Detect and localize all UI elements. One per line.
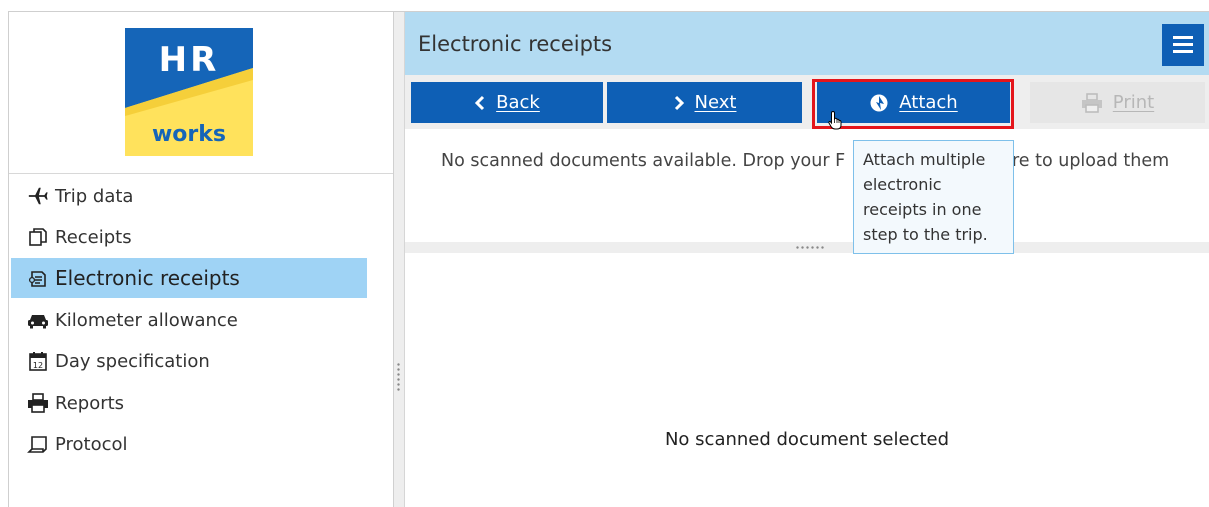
- printer-icon: [27, 392, 49, 414]
- print-button[interactable]: Print: [1030, 82, 1205, 123]
- next-button-label: Next: [694, 92, 737, 113]
- sidebar-item-receipts[interactable]: Receipts: [11, 217, 367, 257]
- sidebar-item-reports[interactable]: Reports: [11, 383, 367, 423]
- sidebar-item-label: Electronic receipts: [55, 266, 240, 290]
- title-bar: Electronic receipts: [405, 12, 1209, 75]
- sidebar-item-electronic-receipts[interactable]: Electronic receipts: [11, 258, 367, 298]
- page-title: Electronic receipts: [418, 32, 613, 56]
- main-panel: Electronic receipts Back Next Attach Pri…: [405, 12, 1209, 507]
- splitter-grip[interactable]: [795, 246, 825, 249]
- airplane-icon: [27, 185, 49, 207]
- document-drop-area[interactable]: No scanned documents available. Drop you…: [405, 129, 1209, 242]
- drop-area-text: No scanned documents available. Drop you…: [441, 151, 1170, 171]
- sidebar-item-label: Kilometer allowance: [55, 309, 238, 331]
- horizontal-splitter[interactable]: [405, 242, 1209, 253]
- sidebar-item-kilometer-allowance[interactable]: Kilometer allowance: [11, 300, 367, 340]
- document-viewer-empty-text: No scanned document selected: [664, 429, 950, 450]
- svg-text:12: 12: [33, 361, 43, 370]
- hand-cursor-icon: [828, 110, 844, 134]
- sidebar-item-day-specification[interactable]: 12 Day specification: [11, 341, 367, 381]
- logo-text-works: works: [151, 122, 226, 147]
- hrworks-logo: HR works: [125, 28, 253, 156]
- sidebar-item-trip-data[interactable]: Trip data: [11, 176, 367, 216]
- sidebar-splitter[interactable]: [393, 12, 405, 507]
- splitter-grip[interactable]: [397, 362, 400, 392]
- sidebar-item-label: Trip data: [55, 185, 134, 207]
- sidebar-divider: [9, 173, 394, 174]
- back-button-label: Back: [496, 92, 540, 113]
- car-icon: [27, 309, 49, 331]
- hamburger-icon: [1173, 36, 1193, 39]
- sidebar-item-protocol[interactable]: Protocol: [11, 424, 367, 464]
- chevron-right-icon: [673, 95, 685, 111]
- sidebar-item-label: Reports: [55, 392, 125, 414]
- print-button-label: Print: [1112, 92, 1155, 113]
- toolbar: Back Next Attach Print: [405, 75, 1209, 129]
- chevron-left-icon: [474, 95, 486, 111]
- receipts-icon: [27, 226, 49, 248]
- hamburger-menu-button[interactable]: [1162, 24, 1204, 66]
- sidebar-item-label: Day specification: [55, 350, 210, 372]
- next-button[interactable]: Next: [607, 82, 802, 123]
- electronic-receipt-icon: [27, 267, 49, 289]
- logo-text-hr: HR: [158, 40, 220, 80]
- sidebar-item-label: Receipts: [55, 226, 132, 248]
- protocol-icon: [27, 433, 49, 455]
- back-button[interactable]: Back: [411, 82, 603, 123]
- sidebar-item-label: Protocol: [55, 433, 128, 455]
- sidebar: HR works Trip data Receipts Electronic r…: [9, 12, 394, 507]
- printer-icon: [1081, 92, 1103, 113]
- calendar-icon: 12: [27, 350, 49, 372]
- attach-tooltip: Attach multiple electronic receipts in o…: [853, 140, 1014, 254]
